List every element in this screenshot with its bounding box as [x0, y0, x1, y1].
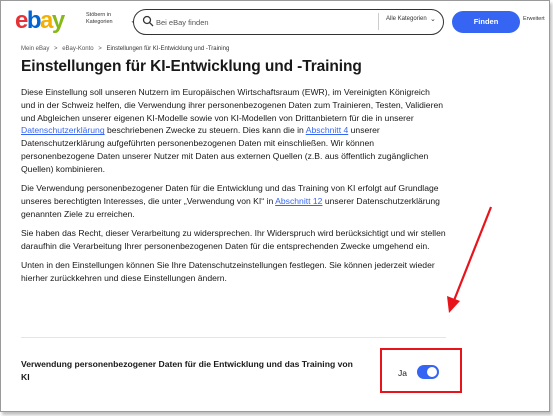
advanced-search-link[interactable]: Erweitert: [523, 16, 545, 22]
ai-training-setting-label: Verwendung personenbezogener Daten für d…: [21, 359, 353, 382]
description: Diese Einstellung soll unseren Nutzern i…: [21, 86, 446, 291]
section-4-link[interactable]: Abschnitt 4: [306, 125, 349, 135]
header: ebay Stöbern in Kategorien ⌄ Alle Katego…: [1, 1, 549, 41]
browse-categories-button[interactable]: Stöbern in Kategorien ⌄: [86, 12, 140, 34]
divider: [21, 337, 446, 338]
breadcrumb: Mein eBay > eBay-Konto > Einstellungen f…: [21, 46, 232, 52]
breadcrumb-separator: >: [54, 46, 58, 52]
category-select[interactable]: Alle Kategorien: [386, 16, 427, 22]
privacy-policy-link[interactable]: Datenschutzerklärung: [21, 125, 105, 135]
breadcrumb-current: Einstellungen für KI-Entwicklung und -Tr…: [106, 46, 230, 52]
search-input[interactable]: [156, 14, 346, 30]
browser-frame: ebay Stöbern in Kategorien ⌄ Alle Katego…: [0, 0, 550, 412]
section-12-link[interactable]: Abschnitt 12: [275, 196, 322, 206]
browse-categories-label: Stöbern in Kategorien: [86, 12, 113, 25]
page-title: Einstellungen für KI-Entwicklung und -Tr…: [21, 58, 362, 75]
search-divider: [378, 13, 379, 30]
paragraph: Die Verwendung personenbezogener Daten f…: [21, 183, 440, 219]
paragraph: Sie haben das Recht, dieser Verarbeitung…: [21, 227, 446, 251]
breadcrumb-item[interactable]: eBay-Konto: [62, 46, 93, 52]
breadcrumb-separator: >: [98, 46, 102, 52]
ebay-logo[interactable]: ebay: [15, 6, 65, 36]
find-button[interactable]: Finden: [452, 11, 520, 33]
annotation-highlight-box: [380, 348, 462, 393]
breadcrumb-item[interactable]: Mein eBay: [21, 46, 49, 52]
paragraph: Unten in den Einstellungen können Sie Ih…: [21, 260, 435, 283]
paragraph: Diese Einstellung soll unseren Nutzern i…: [21, 87, 443, 174]
search-bar: Alle Kategorien ⌄: [133, 9, 444, 35]
search-icon: [142, 15, 154, 27]
chevron-down-icon: ⌄: [430, 16, 436, 23]
